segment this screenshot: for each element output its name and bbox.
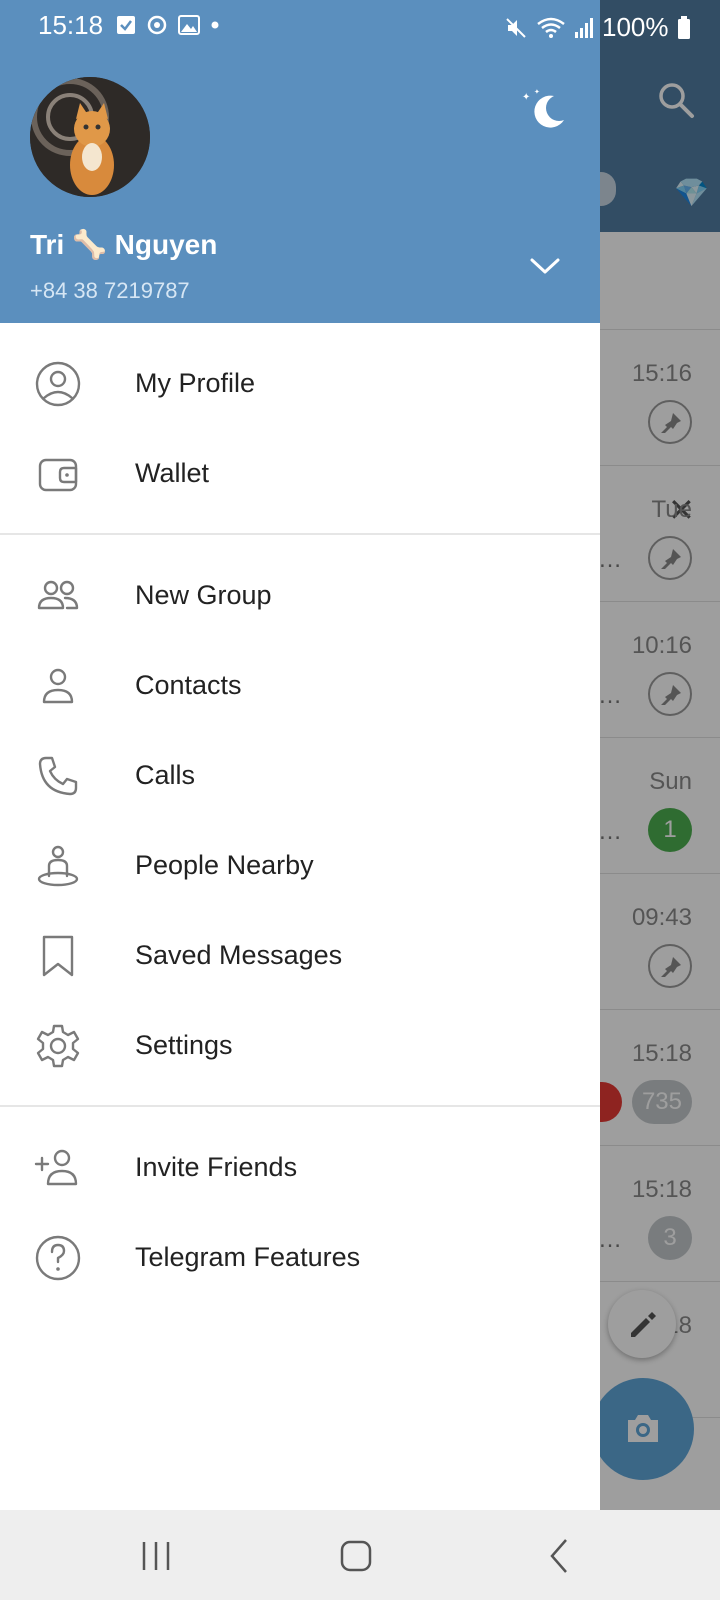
menu-item-my-profile[interactable]: My Profile xyxy=(0,338,600,428)
navigation-drawer: ✦ ✦ Tri 🦴 Nguyen +84 38 7219787 My Profi… xyxy=(0,0,600,1510)
phone-icon xyxy=(34,752,82,800)
bookmark-icon xyxy=(34,932,82,980)
menu-item-label: Telegram Features xyxy=(135,1242,361,1272)
system-icons: 100% xyxy=(504,12,691,43)
notification-icons xyxy=(116,14,220,36)
menu-item-new-group[interactable]: New Group xyxy=(0,550,600,640)
svg-text:✦: ✦ xyxy=(522,92,530,103)
wallet-icon xyxy=(34,450,82,498)
menu-item-invite-friends[interactable]: Invite Friends xyxy=(0,1122,600,1212)
menu-item-label: Calls xyxy=(135,760,196,790)
back-button[interactable] xyxy=(536,1532,584,1580)
system-navigation-bar xyxy=(0,1510,720,1600)
night-mode-icon[interactable]: ✦ ✦ xyxy=(520,86,570,136)
menu-item-label: Wallet xyxy=(135,458,210,488)
menu-item-settings[interactable]: Settings xyxy=(0,1000,600,1090)
status-time: 15:18 xyxy=(38,10,104,40)
question-icon xyxy=(34,1234,82,1282)
battery-icon xyxy=(677,15,690,39)
svg-text:✦: ✦ xyxy=(534,88,540,96)
menu-item-label: Saved Messages xyxy=(135,940,343,970)
signal-icon xyxy=(575,17,593,38)
menu-item-contacts[interactable]: Contacts xyxy=(0,640,600,730)
profile-circle-icon xyxy=(34,360,82,408)
menu-item-label: People Nearby xyxy=(135,850,314,880)
menu-item-telegram-features[interactable]: Telegram Features xyxy=(0,1212,600,1302)
menu-item-label: Settings xyxy=(135,1030,233,1060)
status-bar: 15:18 100% xyxy=(0,0,720,52)
add-person-icon xyxy=(34,1144,82,1192)
avatar[interactable] xyxy=(30,77,150,197)
chevron-down-icon[interactable] xyxy=(528,254,562,278)
recent-apps-button[interactable] xyxy=(132,1532,180,1580)
menu-item-saved-messages[interactable]: Saved Messages xyxy=(0,910,600,1000)
image-icon xyxy=(178,15,200,35)
wifi-icon xyxy=(537,17,565,38)
mute-icon xyxy=(506,17,526,38)
menu-item-label: Invite Friends xyxy=(135,1152,298,1182)
sync-icon xyxy=(147,15,167,35)
group-icon xyxy=(34,572,82,620)
gear-icon xyxy=(34,1022,82,1070)
menu-item-label: My Profile xyxy=(135,368,256,398)
menu-item-people-nearby[interactable]: People Nearby xyxy=(0,820,600,910)
user-name: Tri 🦴 Nguyen xyxy=(30,229,218,260)
menu-item-label: New Group xyxy=(135,580,272,610)
battery-percent: 100% xyxy=(602,12,669,42)
menu-item-label: Contacts xyxy=(135,670,242,700)
menu-item-wallet[interactable]: Wallet xyxy=(0,428,600,518)
checkbox-icon xyxy=(117,16,135,34)
drawer-menu: My Profile Wallet New Group Contacts Calls P… xyxy=(0,323,600,1302)
person-icon xyxy=(34,662,82,710)
user-phone: +84 38 7219787 xyxy=(30,278,190,303)
home-button[interactable] xyxy=(332,1532,380,1580)
dot-icon xyxy=(211,21,219,29)
menu-item-calls[interactable]: Calls xyxy=(0,730,600,820)
people-nearby-icon xyxy=(34,842,82,890)
